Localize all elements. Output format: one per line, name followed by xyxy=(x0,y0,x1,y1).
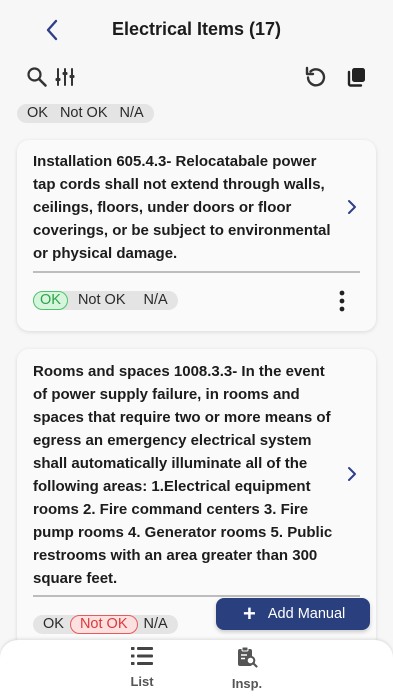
filter-not-ok[interactable]: Not OK xyxy=(54,104,114,123)
filter-na[interactable]: N/A xyxy=(114,104,154,123)
item-description: Rooms and spaces 1008.3.3- In the event … xyxy=(33,363,333,587)
divider xyxy=(33,595,360,597)
add-manual-label: Add Manual xyxy=(267,606,346,622)
status-ok[interactable]: OK xyxy=(33,615,70,634)
status-selector: OK Not OK N/A xyxy=(33,291,178,310)
status-ok[interactable]: OK xyxy=(33,291,68,310)
nav-item-list[interactable]: List xyxy=(112,646,172,689)
nav-item-label: List xyxy=(130,674,154,689)
chevron-right-icon xyxy=(348,467,356,481)
status-na[interactable]: N/A xyxy=(138,615,178,634)
bottom-nav: List Insp. xyxy=(0,640,393,697)
nav-item-inspection[interactable]: Insp. xyxy=(217,646,277,691)
plus-icon: + xyxy=(243,601,256,626)
open-item-button[interactable] xyxy=(342,196,362,218)
list-icon xyxy=(131,647,153,665)
divider xyxy=(33,271,360,273)
status-filter: OK Not OK N/A xyxy=(17,104,154,123)
search-button[interactable] xyxy=(24,64,50,90)
add-manual-button[interactable]: + Add Manual xyxy=(216,598,370,630)
open-item-button[interactable] xyxy=(342,463,362,485)
refresh-button[interactable] xyxy=(303,64,329,90)
item-description: Installation 605.4.3- Relocatabale power… xyxy=(33,153,331,262)
header: Electrical Items (17) xyxy=(0,0,393,60)
sliders-icon xyxy=(55,68,75,86)
clipboard-search-icon xyxy=(238,646,258,668)
status-na[interactable]: N/A xyxy=(132,291,178,310)
nav-item-label: Insp. xyxy=(231,676,263,691)
page-title: Electrical Items (17) xyxy=(111,19,282,39)
search-icon xyxy=(27,67,47,87)
copy-button[interactable] xyxy=(343,64,369,90)
more-options-button[interactable] xyxy=(332,288,352,314)
filter-ok[interactable]: OK xyxy=(17,104,54,123)
status-not-ok[interactable]: Not OK xyxy=(68,291,132,310)
refresh-icon xyxy=(305,66,326,87)
checklist-item-card[interactable]: Installation 605.4.3- Relocatabale power… xyxy=(17,140,376,331)
copy-icon xyxy=(347,68,365,87)
more-vertical-icon xyxy=(339,290,345,312)
filter-button[interactable] xyxy=(52,64,78,90)
toolbar xyxy=(0,62,393,92)
chevron-right-icon xyxy=(348,200,356,214)
status-selector: OK Not OK N/A xyxy=(33,615,178,634)
status-not-ok[interactable]: Not OK xyxy=(69,615,138,634)
